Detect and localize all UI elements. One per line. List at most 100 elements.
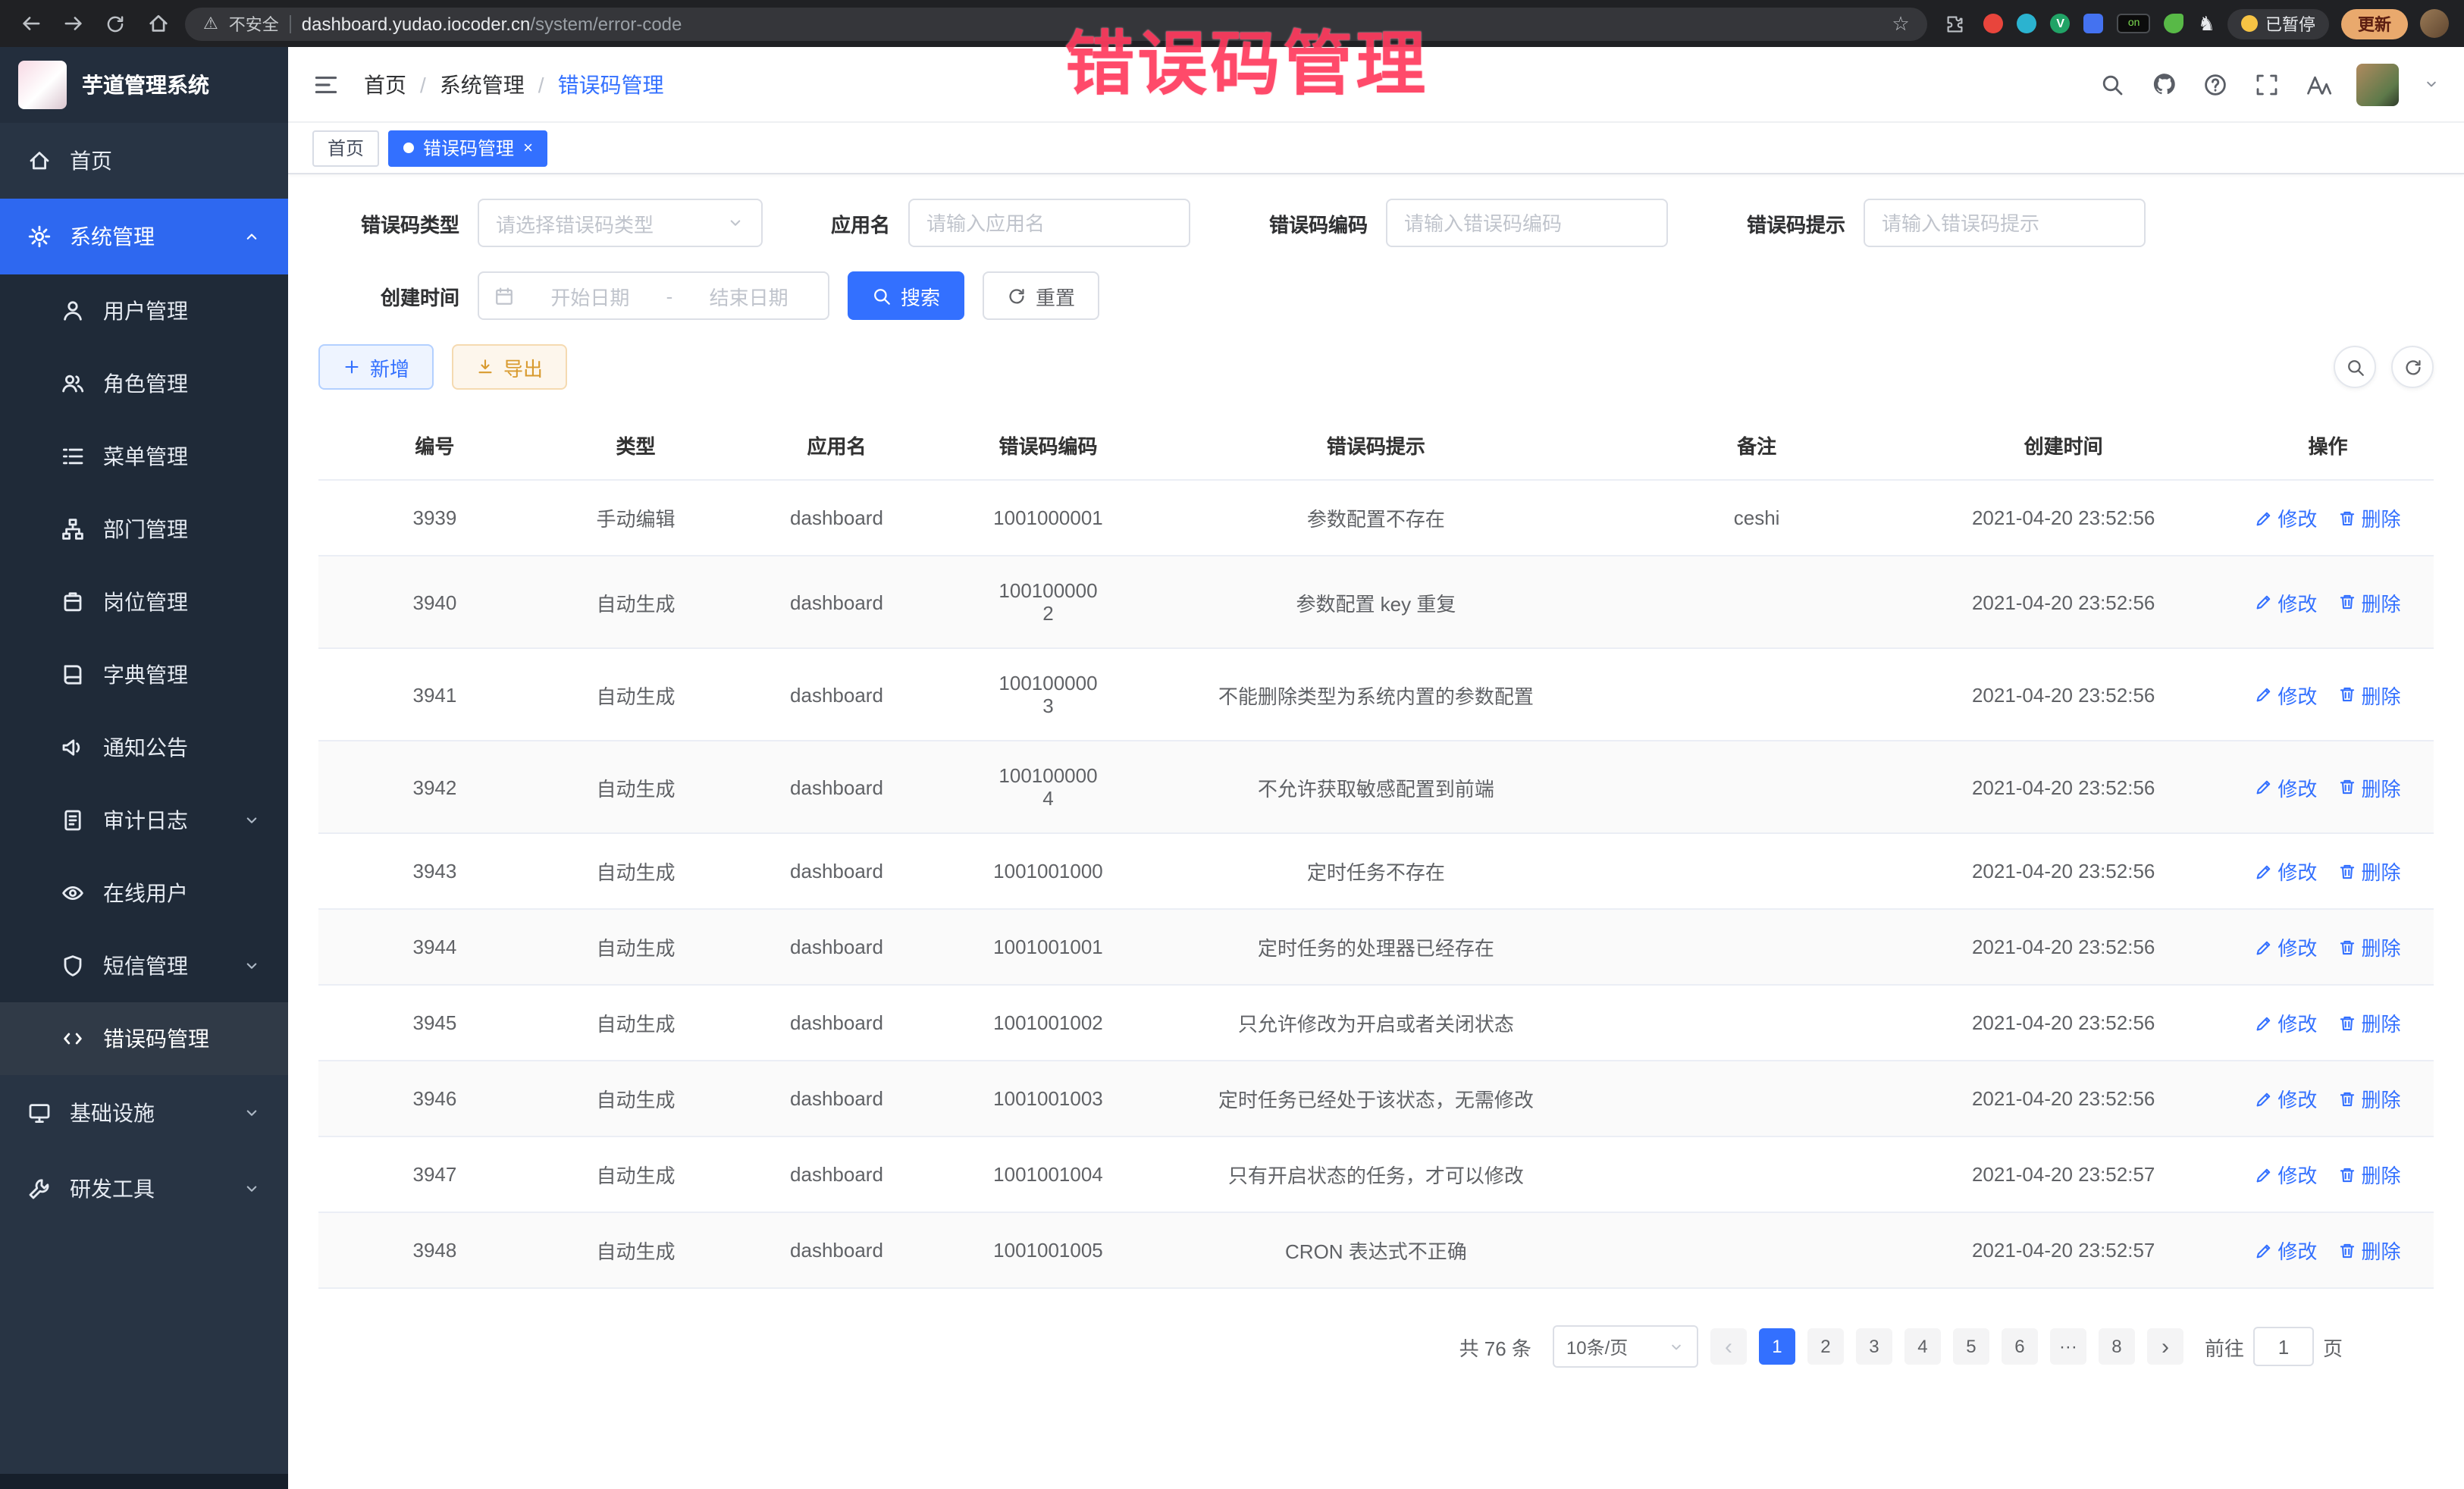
- cell-remark: [1609, 1212, 1905, 1288]
- browser-back-icon[interactable]: [15, 8, 45, 39]
- sidebar-item-dept-management[interactable]: 部门管理: [0, 493, 288, 566]
- pager-page[interactable]: 5: [1953, 1328, 1989, 1365]
- fullscreen-icon[interactable]: [2253, 71, 2281, 98]
- font-size-icon[interactable]: [2305, 71, 2332, 98]
- delete-row-button[interactable]: 删除: [2338, 933, 2400, 961]
- pager-page[interactable]: 4: [1904, 1328, 1941, 1365]
- breadcrumb-home[interactable]: 首页: [364, 69, 406, 99]
- sidebar-item-position-management[interactable]: 岗位管理: [0, 566, 288, 638]
- sidebar-item-menu-management[interactable]: 菜单管理: [0, 420, 288, 493]
- sidebar-item-error-code-management[interactable]: 错误码管理: [0, 1002, 288, 1075]
- browser-forward-icon[interactable]: [58, 8, 88, 39]
- pager-prev-button[interactable]: ‹: [1710, 1328, 1747, 1365]
- edit-row-button[interactable]: 修改: [2255, 1160, 2317, 1189]
- edit-row-button[interactable]: 修改: [2255, 680, 2317, 709]
- sidebar-item-dict-management[interactable]: 字典管理: [0, 638, 288, 711]
- breadcrumb-system[interactable]: 系统管理: [440, 69, 525, 99]
- delete-row-button[interactable]: 删除: [2338, 680, 2400, 709]
- export-button[interactable]: 导出: [452, 344, 567, 390]
- edit-row-button[interactable]: 修改: [2255, 857, 2317, 886]
- bookmark-star-icon[interactable]: ☆: [1892, 11, 1909, 36]
- date-range-picker[interactable]: 开始日期 - 结束日期: [478, 271, 829, 320]
- edit-row-button[interactable]: 修改: [2255, 933, 2317, 961]
- browser-refresh-icon[interactable]: [100, 8, 130, 39]
- sidebar-item-home[interactable]: 首页: [0, 123, 288, 199]
- tab-error-code[interactable]: 错误码管理 ×: [388, 130, 548, 166]
- sidebar-item-audit-log[interactable]: 审计日志: [0, 784, 288, 857]
- chevron-down-icon: [243, 957, 261, 975]
- toggle-search-button[interactable]: [2334, 346, 2376, 388]
- extension-knight-icon[interactable]: ♞: [2198, 14, 2215, 33]
- extension-teal-icon[interactable]: [2017, 14, 2037, 33]
- help-icon[interactable]: [2202, 71, 2229, 98]
- extension-grid-icon[interactable]: [2084, 14, 2104, 33]
- page-size-select[interactable]: 10条/页: [1553, 1325, 1698, 1368]
- delete-row-button[interactable]: 删除: [2338, 857, 2400, 886]
- gear-icon: [27, 224, 52, 249]
- pager-page[interactable]: 2: [1807, 1328, 1844, 1365]
- edit-row-button[interactable]: 修改: [2255, 1236, 2317, 1265]
- sidebar-logo[interactable]: 芋道管理系统: [0, 47, 288, 123]
- sidebar-item-notice[interactable]: 通知公告: [0, 711, 288, 784]
- edit-row-button[interactable]: 修改: [2255, 1008, 2317, 1037]
- hamburger-icon[interactable]: [312, 71, 340, 98]
- cell-app: dashboard: [720, 741, 953, 833]
- reset-button[interactable]: 重置: [983, 271, 1099, 320]
- edit-row-button[interactable]: 修改: [2255, 1084, 2317, 1113]
- pagination: 共 76 条 10条/页 ‹ 123456···8 › 前往 页: [318, 1316, 2343, 1377]
- edit-row-button[interactable]: 修改: [2255, 503, 2317, 532]
- cell-id: 3947: [318, 1136, 551, 1212]
- sidebar-item-infrastructure[interactable]: 基础设施: [0, 1075, 288, 1151]
- paused-badge[interactable]: 已暂停: [2227, 8, 2329, 39]
- add-button[interactable]: 新增: [318, 344, 434, 390]
- delete-row-button[interactable]: 删除: [2338, 773, 2400, 801]
- cell-type: 自动生成: [551, 833, 720, 909]
- extension-red-icon[interactable]: [1984, 14, 2004, 33]
- extension-leaf-icon[interactable]: [2165, 14, 2184, 33]
- pager-page[interactable]: 6: [2002, 1328, 2038, 1365]
- browser-update-button[interactable]: 更新: [2341, 8, 2408, 39]
- delete-row-button[interactable]: 删除: [2338, 503, 2400, 532]
- address-bar[interactable]: ⚠ 不安全 dashboard.yudao.iocoder.cn/system/…: [185, 7, 1928, 40]
- error-type-select[interactable]: 请选择错误码类型: [478, 199, 763, 247]
- sidebar-item-user-management[interactable]: 用户管理: [0, 274, 288, 347]
- edit-row-button[interactable]: 修改: [2255, 588, 2317, 616]
- pager-page[interactable]: 8: [2099, 1328, 2135, 1365]
- app-name-input[interactable]: [908, 199, 1190, 247]
- cell-app: dashboard: [720, 556, 953, 648]
- error-hint-input[interactable]: [1864, 199, 2146, 247]
- search-icon[interactable]: [2099, 71, 2126, 98]
- paused-badge-label: 已暂停: [2265, 11, 2315, 36]
- sidebar-item-role-management[interactable]: 角色管理: [0, 347, 288, 420]
- refresh-table-button[interactable]: [2391, 346, 2434, 388]
- goto-page-input[interactable]: [2253, 1327, 2314, 1366]
- extension-on-icon[interactable]: on: [2118, 14, 2151, 33]
- sidebar-item-system-management[interactable]: 系统管理: [0, 199, 288, 274]
- error-code-input[interactable]: [1386, 199, 1668, 247]
- sidebar-item-online-users[interactable]: 在线用户: [0, 857, 288, 929]
- delete-row-button[interactable]: 删除: [2338, 1008, 2400, 1037]
- pager-page[interactable]: 1: [1759, 1328, 1795, 1365]
- delete-row-button[interactable]: 删除: [2338, 1236, 2400, 1265]
- table-toolbar: 新增 导出: [318, 344, 2434, 390]
- pager-ellipsis[interactable]: ···: [2050, 1328, 2086, 1365]
- delete-row-button[interactable]: 删除: [2338, 1160, 2400, 1189]
- avatar-caret-icon[interactable]: [2423, 76, 2440, 92]
- close-icon[interactable]: ×: [523, 139, 533, 157]
- search-button[interactable]: 搜索: [848, 271, 964, 320]
- edit-row-button[interactable]: 修改: [2255, 773, 2317, 801]
- browser-profile-avatar[interactable]: [2420, 9, 2449, 38]
- user-avatar[interactable]: [2356, 63, 2399, 105]
- pager-page[interactable]: 3: [1856, 1328, 1892, 1365]
- tab-home[interactable]: 首页: [312, 130, 379, 166]
- sidebar-item-dev-tools[interactable]: 研发工具: [0, 1151, 288, 1227]
- delete-row-button[interactable]: 删除: [2338, 588, 2400, 616]
- browser-home-icon[interactable]: [143, 8, 173, 39]
- sidebar-item-sms-management[interactable]: 短信管理: [0, 929, 288, 1002]
- delete-row-button[interactable]: 删除: [2338, 1084, 2400, 1113]
- pager-next-button[interactable]: ›: [2147, 1328, 2183, 1365]
- extension-green-icon[interactable]: V: [2051, 14, 2071, 33]
- megaphone-icon: [61, 735, 85, 760]
- extensions-puzzle-icon[interactable]: [1940, 8, 1970, 39]
- github-icon[interactable]: [2150, 71, 2177, 98]
